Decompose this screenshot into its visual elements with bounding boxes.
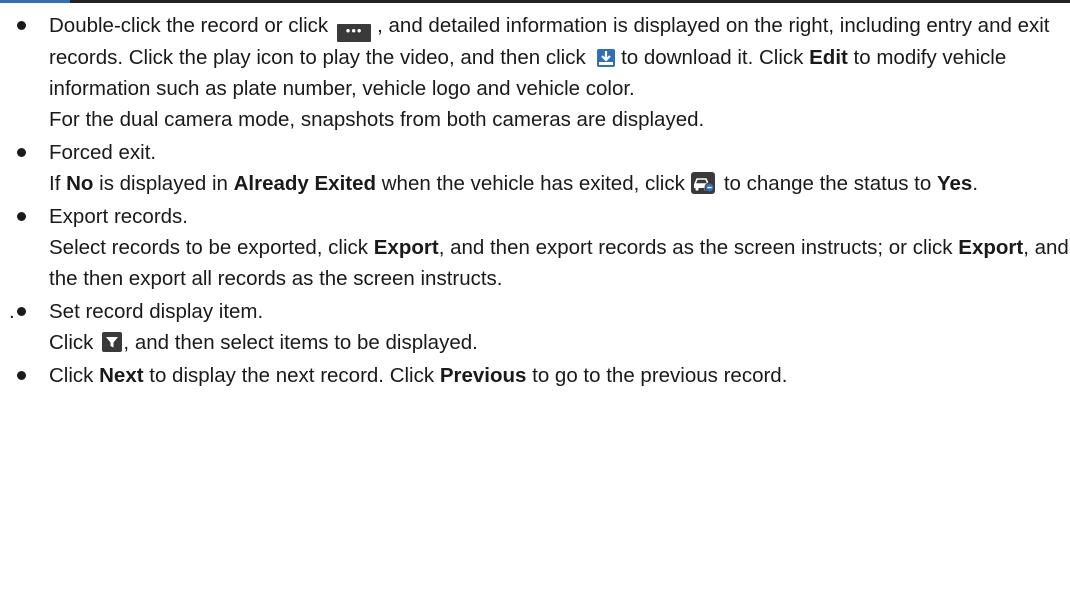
paragraph-export: Select records to be exported, click Exp… bbox=[49, 232, 1070, 294]
no-label: No bbox=[66, 172, 94, 195]
paragraph-navigation: Click Next to display the next record. C… bbox=[49, 360, 1070, 391]
note-dual-camera: For the dual camera mode, snapshots from… bbox=[49, 108, 705, 131]
next-label: Next bbox=[99, 364, 144, 387]
item-title: Set record display item. bbox=[49, 300, 264, 323]
paragraph-details: Double-click the record or click •••, and… bbox=[49, 10, 1070, 104]
edit-label: Edit bbox=[809, 46, 848, 69]
text: Double-click the record or click bbox=[49, 14, 329, 37]
filter-icon bbox=[102, 332, 123, 352]
yes-label: Yes bbox=[936, 172, 973, 195]
text: Click bbox=[49, 364, 94, 387]
list-item-navigation: Click Next to display the next record. C… bbox=[0, 360, 1070, 391]
bullet bbox=[17, 371, 26, 380]
top-rule-accent bbox=[0, 0, 70, 3]
list-item-forced-exit: Forced exit. If No is displayed in Alrea… bbox=[0, 137, 1070, 199]
export-label: Export bbox=[958, 236, 1024, 259]
text: Select records to be exported, click bbox=[49, 236, 369, 259]
already-exited-label: Already Exited bbox=[233, 172, 377, 195]
item-title: Export records. bbox=[49, 205, 188, 228]
paragraph-display-items: Click , and then select items to be disp… bbox=[49, 327, 1070, 358]
text: to download it. Click bbox=[621, 46, 804, 69]
stray-period: . bbox=[9, 300, 15, 323]
text: to go to the previous record. bbox=[532, 364, 788, 387]
top-rule bbox=[0, 0, 1070, 3]
paragraph-forced-exit: If No is displayed in Already Exited whe… bbox=[49, 168, 1070, 199]
list-item-details: Double-click the record or click •••, and… bbox=[0, 10, 1070, 135]
item-title: Forced exit. bbox=[49, 141, 157, 164]
text: to display the next record. Click bbox=[149, 364, 435, 387]
text: If bbox=[49, 172, 61, 195]
bullet bbox=[17, 307, 26, 316]
text: . bbox=[972, 172, 979, 195]
document-body: Double-click the record or click ••• , and… bbox=[0, 10, 1070, 391]
text: is displayed in bbox=[99, 172, 228, 195]
previous-label: Previous bbox=[439, 364, 527, 387]
export-label: Export bbox=[373, 236, 439, 259]
bullet bbox=[17, 21, 26, 30]
text: , and then export records as the screen … bbox=[438, 236, 953, 259]
more-icon: ••• bbox=[337, 24, 372, 42]
forced-exit-icon bbox=[690, 172, 715, 194]
list-item-display-items: . Set record display item. Click , and t… bbox=[0, 296, 1070, 358]
bullet bbox=[17, 148, 26, 157]
text: Click bbox=[49, 331, 94, 354]
text: when the vehicle has exited, click bbox=[381, 172, 685, 195]
text: to change the status to bbox=[723, 172, 932, 195]
list-item-export: Export records. Select records to be exp… bbox=[0, 201, 1070, 294]
text: , and then select items to be displayed. bbox=[123, 331, 478, 354]
download-icon bbox=[597, 49, 616, 67]
bullet bbox=[17, 212, 26, 221]
